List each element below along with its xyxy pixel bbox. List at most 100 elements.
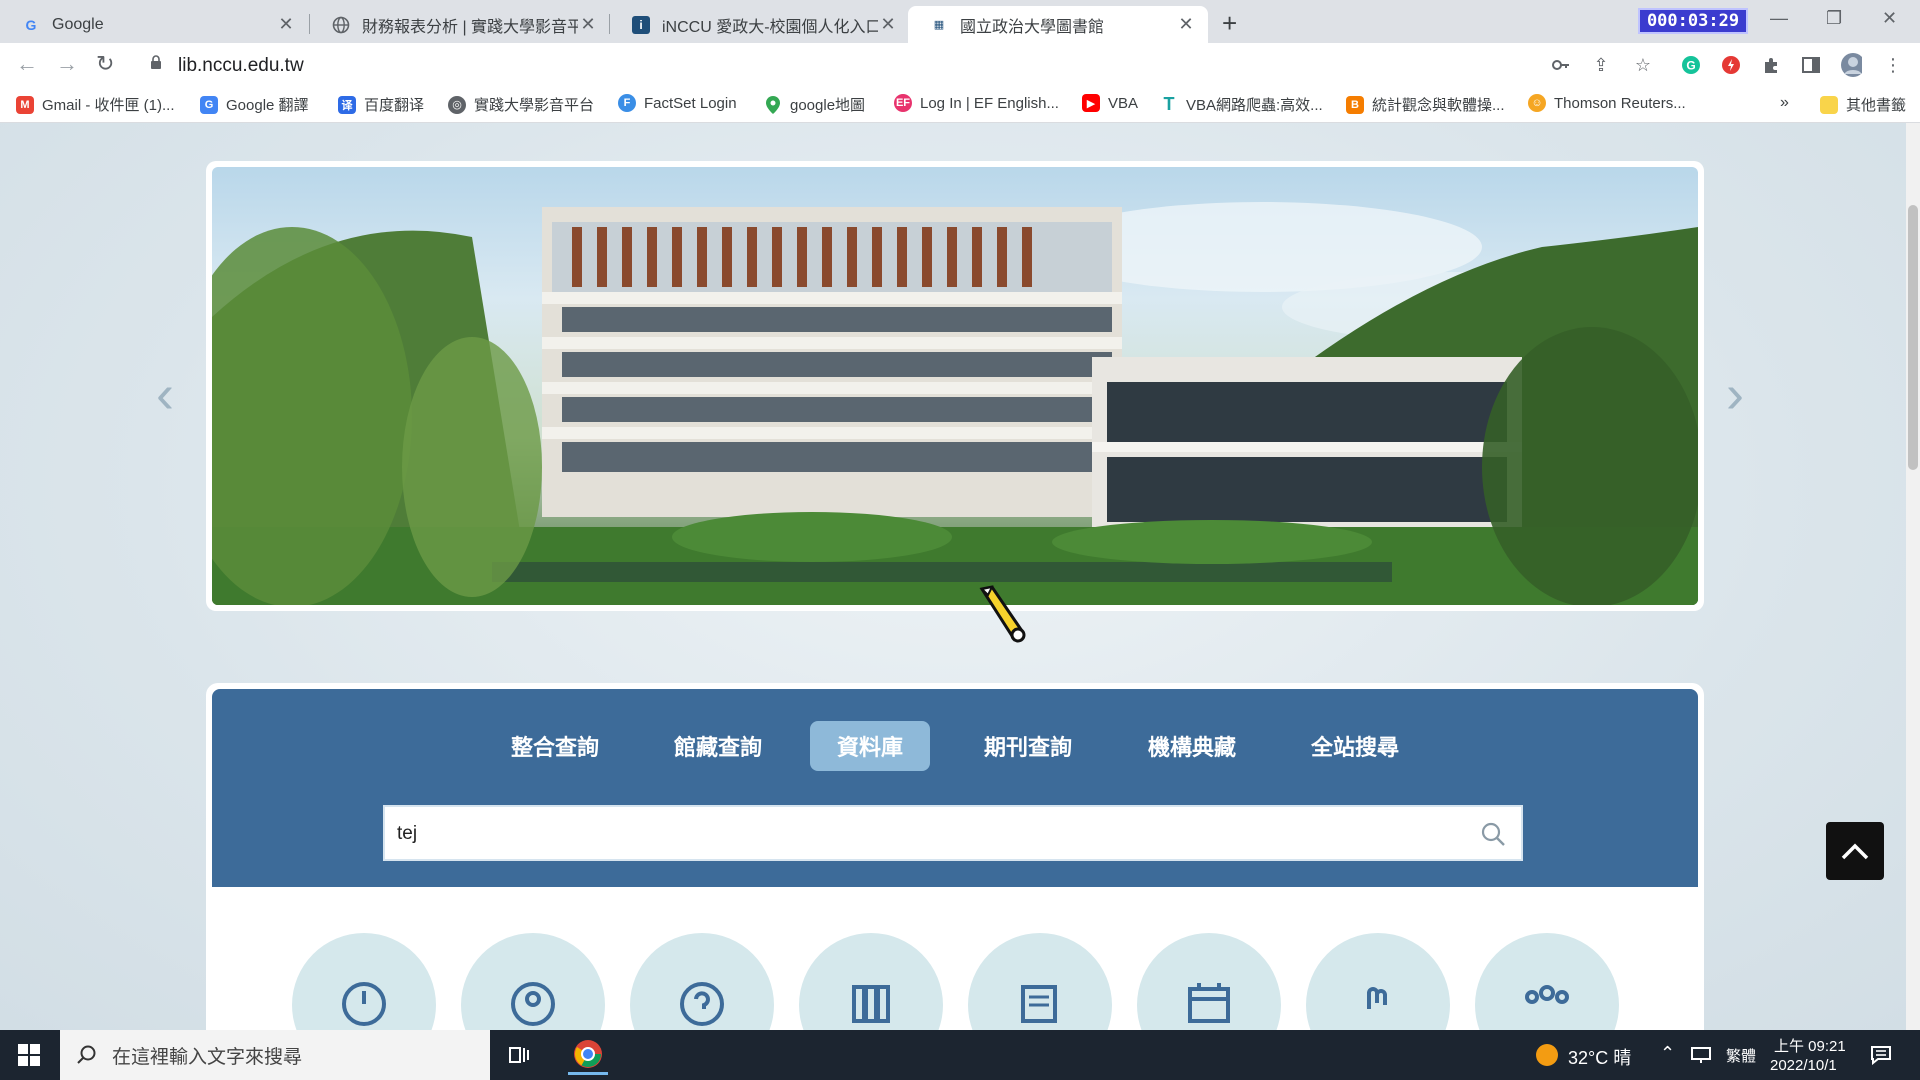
tab-journal-search[interactable]: 期刊查詢 bbox=[957, 721, 1099, 771]
bookmark-statistics[interactable]: B 統計觀念與軟體操... bbox=[1346, 94, 1505, 115]
clock-icon bbox=[342, 982, 386, 1026]
window-close-icon[interactable]: ✕ bbox=[1882, 8, 1897, 29]
bookmark-label: Google 翻譯 bbox=[226, 97, 309, 114]
tab-institutional-repository[interactable]: 機構典藏 bbox=[1121, 721, 1263, 771]
close-icon[interactable]: ✕ bbox=[878, 14, 898, 35]
bookmark-label: VBA網路爬蟲:高效... bbox=[1186, 97, 1323, 114]
quick-link-service[interactable] bbox=[1306, 933, 1450, 1030]
nccu-library-icon: ▦ bbox=[933, 19, 945, 31]
bookmark-vba[interactable]: ▶ VBA bbox=[1082, 94, 1138, 112]
bookmark-gmail[interactable]: M Gmail - 收件匣 (1)... bbox=[16, 94, 175, 115]
bookmark-label: 統計觀念與軟體操... bbox=[1372, 97, 1505, 114]
other-bookmarks-folder[interactable]: 其他書籤 bbox=[1820, 94, 1906, 115]
hero-carousel bbox=[206, 161, 1704, 611]
bookmark-google-translate[interactable]: G Google 翻譯 bbox=[200, 94, 309, 115]
bookmark-thomson-reuters[interactable]: ☺ Thomson Reuters... bbox=[1528, 94, 1686, 112]
gmail-icon: M bbox=[16, 95, 34, 114]
tab-databases[interactable]: 資料庫 bbox=[810, 721, 931, 771]
baidu-translate-icon: 译 bbox=[338, 95, 356, 114]
svg-text:G: G bbox=[1686, 59, 1695, 73]
extensions-puzzle-icon[interactable] bbox=[1760, 54, 1782, 76]
back-to-top-button[interactable] bbox=[1826, 822, 1884, 880]
quick-link-books[interactable] bbox=[799, 933, 943, 1030]
maps-pin-icon bbox=[764, 95, 782, 114]
share-icon[interactable]: ⇪ bbox=[1590, 54, 1612, 76]
page-scrollbar[interactable] bbox=[1906, 123, 1920, 1030]
reload-icon[interactable]: ↻ bbox=[96, 51, 114, 77]
weather-sun-icon[interactable] bbox=[1532, 1040, 1562, 1070]
search-input[interactable] bbox=[397, 819, 1457, 849]
carousel-next-icon[interactable]: › bbox=[1726, 363, 1744, 425]
menu-kebab-icon[interactable]: ⋮ bbox=[1882, 54, 1904, 76]
bookmark-vba-crawler[interactable]: T VBA網路爬蟲:高效... bbox=[1160, 94, 1323, 115]
clock-date[interactable]: 2022/10/1 bbox=[1770, 1057, 1837, 1074]
bookmark-label: Gmail - 收件匣 (1)... bbox=[42, 97, 175, 114]
quick-link-community[interactable] bbox=[1475, 933, 1619, 1030]
hand-icon bbox=[1367, 987, 1387, 1009]
taskbar-search-box[interactable]: 在這裡輸入文字來搜尋 bbox=[60, 1030, 490, 1080]
tab-google[interactable]: G Google ✕ bbox=[0, 6, 308, 43]
ef-icon: EF bbox=[894, 94, 912, 112]
bookmark-video-platform[interactable]: ◎ 實踐大學影音平台 bbox=[448, 94, 594, 115]
quick-link-calendar[interactable] bbox=[1137, 933, 1281, 1030]
chrome-taskbar-icon[interactable] bbox=[568, 1035, 608, 1075]
bookmark-baidu-translate[interactable]: 译 百度翻译 bbox=[338, 94, 424, 115]
side-panel-icon[interactable] bbox=[1800, 54, 1822, 76]
quick-link-help[interactable] bbox=[630, 933, 774, 1030]
close-icon[interactable]: ✕ bbox=[1176, 14, 1196, 35]
back-icon[interactable]: ← bbox=[16, 51, 38, 77]
windows-start-icon[interactable] bbox=[18, 1044, 40, 1071]
bookmark-label: 其他書籤 bbox=[1846, 97, 1907, 114]
clock-time[interactable]: 上午 09:21 bbox=[1774, 1035, 1846, 1056]
extension-red-icon[interactable] bbox=[1720, 54, 1742, 76]
key-icon[interactable] bbox=[1550, 54, 1572, 76]
grammarly-icon[interactable]: G bbox=[1680, 54, 1702, 76]
notification-center-icon[interactable] bbox=[1866, 1040, 1896, 1070]
search-box bbox=[383, 805, 1523, 861]
more-bookmarks-button[interactable]: » bbox=[1780, 94, 1789, 112]
new-tab-button[interactable]: + bbox=[1222, 8, 1237, 39]
tab-catalog-search[interactable]: 館藏查詢 bbox=[647, 721, 789, 771]
recorder-timer-badge: 000:03:29 bbox=[1638, 8, 1748, 34]
tab-nccu-library[interactable]: ▦ 國立政治大學圖書館 ✕ bbox=[908, 6, 1208, 43]
quick-link-account[interactable] bbox=[461, 933, 605, 1030]
quick-link-news[interactable] bbox=[968, 933, 1112, 1030]
quick-link-hours[interactable] bbox=[292, 933, 436, 1030]
tab-video-platform[interactable]: 財務報表分析 | 實踐大學影音平台 ✕ bbox=[310, 6, 610, 43]
tab-integrated-search[interactable]: 整合查詢 bbox=[484, 721, 626, 771]
close-icon[interactable]: ✕ bbox=[276, 14, 296, 35]
pencil-cursor-icon bbox=[979, 585, 1026, 643]
search-icon[interactable] bbox=[1479, 820, 1507, 848]
calendar-icon bbox=[1188, 983, 1230, 1023]
search-card: 整合查詢 館藏查詢 資料庫 期刊查詢 機構典藏 全站搜尋 bbox=[206, 683, 1704, 1030]
page-viewport: ‹ › 整合查詢 館藏查詢 資料庫 期刊查詢 機構典藏 全站搜尋 tej bbox=[0, 123, 1920, 1030]
weather-text[interactable]: 32°C 晴 bbox=[1568, 1044, 1631, 1070]
bookmark-google-maps[interactable]: google地圖 bbox=[764, 94, 865, 115]
forward-icon[interactable]: → bbox=[56, 51, 78, 77]
bookmark-label: VBA bbox=[1108, 94, 1139, 112]
bookmark-label: FactSet Login bbox=[644, 94, 737, 112]
address-bar[interactable]: lib.nccu.edu.tw bbox=[134, 48, 1584, 82]
bookmark-label: Log In | EF English... bbox=[920, 94, 1059, 112]
input-method-indicator[interactable]: 繁體 bbox=[1726, 1045, 1756, 1066]
browser-toolbar: ← → ↻ lib.nccu.edu.tw ⇪ ☆ G ⋮ bbox=[0, 43, 1920, 87]
bookmark-ef-english[interactable]: EF Log In | EF English... bbox=[894, 94, 1059, 112]
tab-inccu[interactable]: i iNCCU 愛政大-校園個人化入口 1 ✕ bbox=[610, 6, 910, 43]
youtube-icon: ▶ bbox=[1082, 94, 1100, 112]
profile-avatar-icon[interactable] bbox=[1840, 53, 1862, 77]
bookmark-star-icon[interactable]: ☆ bbox=[1632, 54, 1654, 76]
newspaper-icon bbox=[1021, 985, 1057, 1023]
minimize-icon[interactable]: — bbox=[1770, 8, 1788, 29]
restore-icon[interactable]: ❐ bbox=[1826, 8, 1842, 29]
bookmark-label: 實踐大學影音平台 bbox=[474, 97, 595, 114]
task-view-icon[interactable] bbox=[504, 1040, 534, 1070]
close-icon[interactable]: ✕ bbox=[578, 14, 598, 35]
scrollbar-thumb[interactable] bbox=[1908, 205, 1918, 470]
carousel-prev-icon[interactable]: ‹ bbox=[156, 363, 174, 425]
tab-site-search[interactable]: 全站搜尋 bbox=[1284, 721, 1426, 771]
network-icon[interactable] bbox=[1686, 1040, 1716, 1070]
group-icon bbox=[1525, 985, 1569, 1004]
tab-title: 國立政治大學圖書館 bbox=[960, 18, 1105, 36]
chevron-up-tray-icon[interactable]: ⌃ bbox=[1660, 1043, 1675, 1064]
bookmark-factset[interactable]: F FactSet Login bbox=[618, 94, 737, 112]
